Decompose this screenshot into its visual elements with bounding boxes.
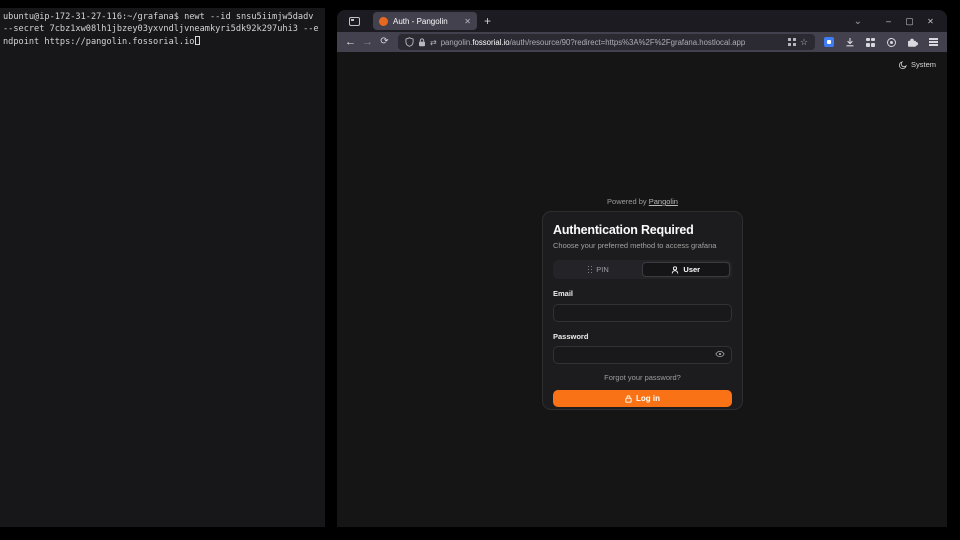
back-button[interactable]: ← bbox=[342, 37, 359, 48]
user-icon bbox=[671, 266, 679, 274]
connection-lock-icon[interactable] bbox=[418, 38, 426, 47]
shortcuts-grid-icon[interactable] bbox=[788, 38, 796, 46]
auth-method-tabs: PIN User bbox=[553, 260, 732, 279]
pangolin-link[interactable]: Pangolin bbox=[649, 197, 678, 206]
email-label: Email bbox=[553, 289, 732, 298]
window-close-button[interactable]: ✕ bbox=[920, 17, 941, 26]
powered-prefix: Powered by bbox=[607, 197, 647, 206]
list-tabs-chevron-icon[interactable]: ⌄ bbox=[854, 16, 862, 27]
extension-blue-icon bbox=[824, 37, 834, 47]
moon-icon bbox=[899, 61, 907, 69]
terminal-line: --secret 7cbz1xw08lh1jbzey03yxvndljvneam… bbox=[3, 24, 322, 36]
account-button[interactable] bbox=[883, 34, 900, 50]
tab-pin[interactable]: PIN bbox=[555, 262, 642, 277]
permissions-swap-icon[interactable]: ⇄ bbox=[430, 38, 437, 47]
terminal-window[interactable]: ubuntu@ip-172-31-27-116:~/grafana$ newt … bbox=[0, 8, 325, 527]
tab-bar: Auth - Pangolin ✕ + ⌄ – ▢ ✕ bbox=[337, 10, 947, 32]
extensions-button[interactable] bbox=[904, 34, 921, 50]
downloads-button[interactable] bbox=[841, 34, 858, 50]
login-button[interactable]: Log in bbox=[553, 390, 732, 407]
tab-close-icon[interactable]: ✕ bbox=[464, 17, 471, 26]
password-field[interactable] bbox=[553, 346, 732, 364]
new-tab-button[interactable]: + bbox=[484, 15, 491, 27]
auth-subtitle: Choose your preferred method to access g… bbox=[553, 241, 732, 250]
url-subdomain: pangolin. bbox=[441, 38, 473, 47]
password-label: Password bbox=[553, 332, 732, 341]
url-path: /auth/resource/90?redirect=https%3A%2F%2… bbox=[510, 38, 746, 47]
email-field-wrap bbox=[553, 302, 732, 322]
terminal-line: ndpoint https://pangolin.fossorial.io bbox=[3, 36, 322, 49]
browser-window: Auth - Pangolin ✕ + ⌄ – ▢ ✕ ← → ⟳ ⇄ pang… bbox=[337, 10, 947, 527]
terminal-cursor bbox=[195, 36, 200, 45]
navigation-toolbar: ← → ⟳ ⇄ pangolin.fossorial.io/auth/resou… bbox=[337, 32, 947, 52]
terminal-line-text: ndpoint https://pangolin.fossorial.io bbox=[3, 37, 194, 47]
apps-grid-icon bbox=[866, 38, 875, 47]
menu-button[interactable] bbox=[925, 34, 942, 50]
puzzle-piece-icon bbox=[907, 37, 918, 48]
forgot-password-link[interactable]: Forgot your password? bbox=[553, 373, 732, 382]
bookmark-star-icon[interactable]: ☆ bbox=[800, 38, 808, 47]
url-domain: fossorial.io bbox=[472, 38, 509, 47]
auth-title: Authentication Required bbox=[553, 223, 732, 237]
tab-pin-label: PIN bbox=[596, 265, 609, 274]
tab-user[interactable]: User bbox=[642, 262, 731, 277]
firefox-view-icon bbox=[349, 17, 360, 26]
theme-label: System bbox=[911, 60, 936, 69]
login-button-label: Log in bbox=[636, 394, 660, 403]
pangolin-favicon-icon bbox=[379, 17, 388, 26]
terminal-line: ubuntu@ip-172-31-27-116:~/grafana$ newt … bbox=[3, 12, 322, 24]
firefox-view-button[interactable] bbox=[343, 12, 365, 30]
toolbar-actions bbox=[820, 34, 942, 50]
theme-selector[interactable]: System bbox=[899, 60, 936, 69]
tab-title: Auth - Pangolin bbox=[393, 17, 459, 26]
reload-button[interactable]: ⟳ bbox=[376, 37, 393, 47]
tab-user-label: User bbox=[683, 265, 700, 274]
password-field-wrap bbox=[553, 345, 732, 365]
extension-blue-button[interactable] bbox=[820, 34, 837, 50]
auth-card: Authentication Required Choose your pref… bbox=[542, 211, 743, 410]
tab-auth-pangolin[interactable]: Auth - Pangolin ✕ bbox=[373, 12, 477, 30]
apps-grid-button[interactable] bbox=[862, 34, 879, 50]
forward-button[interactable]: → bbox=[359, 37, 376, 48]
login-lock-icon bbox=[625, 395, 632, 403]
account-circle-icon bbox=[887, 38, 896, 47]
url-text[interactable]: pangolin.fossorial.io/auth/resource/90?r… bbox=[441, 38, 784, 47]
hamburger-menu-icon bbox=[929, 38, 938, 45]
tracking-protection-shield-icon[interactable] bbox=[405, 37, 414, 47]
url-bar[interactable]: ⇄ pangolin.fossorial.io/auth/resource/90… bbox=[398, 34, 815, 50]
email-field[interactable] bbox=[553, 304, 732, 322]
download-icon bbox=[845, 37, 855, 47]
show-password-eye-icon[interactable] bbox=[715, 350, 725, 358]
window-maximize-button[interactable]: ▢ bbox=[899, 16, 920, 27]
powered-by: Powered by Pangolin bbox=[542, 197, 743, 206]
pin-dots-icon bbox=[588, 266, 593, 274]
page-content: System Powered by Pangolin Authenticatio… bbox=[337, 52, 947, 527]
window-minimize-button[interactable]: – bbox=[878, 16, 899, 26]
